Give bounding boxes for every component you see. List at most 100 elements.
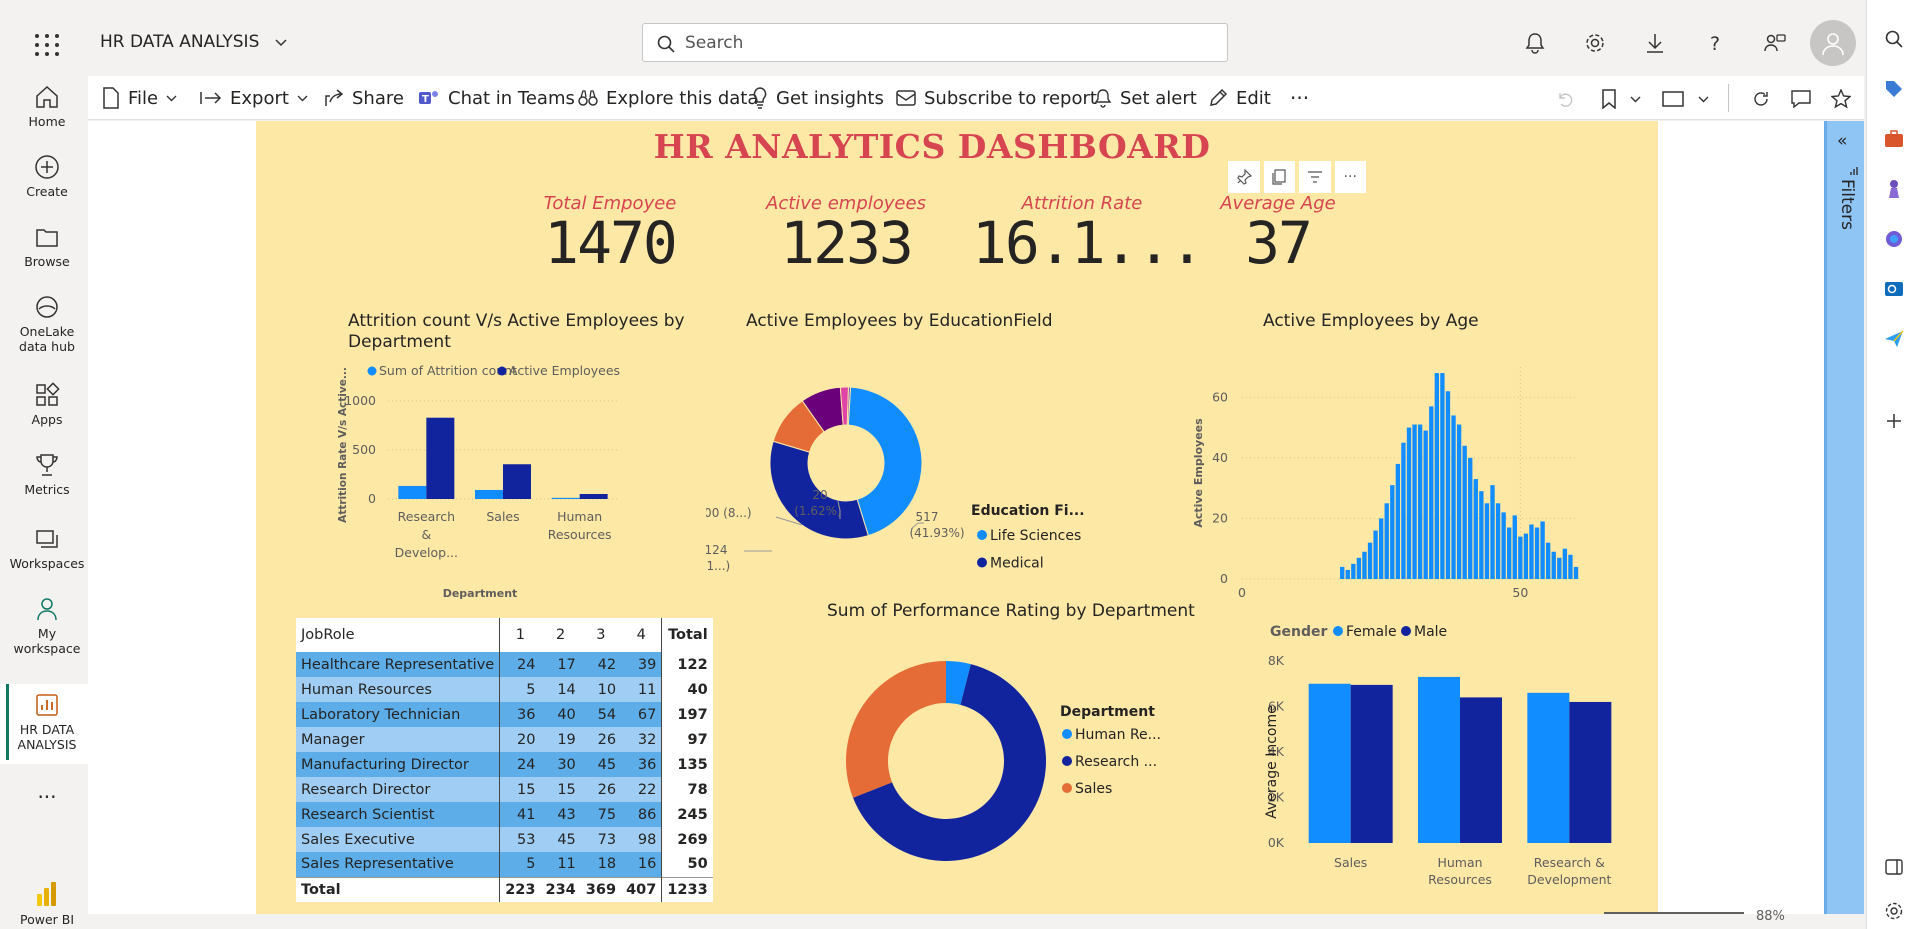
settings-gear-icon[interactable]	[1580, 28, 1610, 58]
table-row[interactable]: Healthcare Representative 24 17 42 39 122	[296, 652, 713, 677]
value-cell: 50	[661, 852, 713, 877]
nav-browse[interactable]: Browse	[0, 224, 94, 269]
table-row[interactable]: Laboratory Technician 36 40 54 67 197	[296, 702, 713, 727]
get-insights-button[interactable]: Get insights	[752, 76, 884, 120]
nav-workspaces[interactable]: Workspaces	[0, 526, 94, 571]
performance-chart[interactable]: Department Human Re... Research ... Sales	[816, 631, 1196, 891]
search-icon[interactable]	[1881, 26, 1907, 52]
send-icon[interactable]	[1881, 326, 1907, 352]
briefcase-icon[interactable]	[1881, 126, 1907, 152]
comment-icon[interactable]	[1788, 86, 1814, 112]
total-cell: 369	[580, 876, 622, 902]
bookmark-icon[interactable]	[1596, 86, 1622, 112]
explore-data-button[interactable]: Explore this data	[578, 76, 758, 120]
chevron-down-icon[interactable]	[1690, 86, 1716, 112]
refresh-icon[interactable]	[1748, 86, 1774, 112]
table-row[interactable]: Sales Executive 53 45 73 98 269	[296, 827, 713, 852]
share-button[interactable]: Share	[324, 76, 404, 120]
matrix-header[interactable]: 1	[500, 618, 541, 652]
favorite-star-icon[interactable]	[1828, 86, 1854, 112]
value-cell: 19	[540, 727, 581, 752]
nav-more[interactable]: ...	[0, 781, 94, 801]
chat-in-teams-button[interactable]: T Chat in Teams	[418, 76, 575, 120]
jobrole-cell: Research Scientist	[296, 802, 501, 827]
x-tick-label: Human	[557, 509, 602, 524]
chess-icon[interactable]	[1881, 176, 1907, 202]
right-rail	[1866, 0, 1920, 929]
nav-create[interactable]: Create	[0, 154, 94, 199]
nav-apps[interactable]: Apps	[0, 382, 94, 427]
nav-my-workspace[interactable]: My workspace	[0, 596, 94, 656]
zoom-level[interactable]: 88%	[1756, 909, 1785, 924]
matrix-header[interactable]: 3	[581, 618, 621, 652]
value-cell: 18	[580, 852, 622, 877]
age-chart[interactable]: 0204060050AgeActive Employees	[1174, 339, 1594, 599]
help-icon[interactable]: ?	[1700, 28, 1730, 58]
x-tick-label: Research	[398, 509, 455, 524]
subscribe-button[interactable]: Subscribe to report	[896, 76, 1097, 120]
search-box[interactable]	[642, 23, 1228, 62]
matrix-header[interactable]: Total	[661, 618, 713, 652]
copilot-icon[interactable]	[1881, 226, 1907, 252]
income-chart[interactable]: Gender Female Male0K2K4K6K8KSales HumanReso…	[1200, 611, 1640, 901]
value-cell: 39	[621, 652, 663, 677]
collapse-filters-icon[interactable]: «	[1837, 131, 1847, 151]
attrition-chart[interactable]: Sum of Attrition countActive Employees 0 5…	[318, 353, 668, 603]
legend-title: Gender	[1270, 624, 1327, 640]
settings-gear-icon[interactable]	[1881, 898, 1907, 924]
table-row[interactable]: Sales Representative 5 11 18 16 50	[296, 852, 713, 877]
histogram-bar	[1512, 515, 1517, 579]
view-icon[interactable]	[1660, 86, 1686, 112]
edit-button[interactable]: Edit	[1208, 76, 1271, 120]
export-arrow-icon	[200, 92, 222, 104]
table-total-row[interactable]: Total 223 234 369 407 1233	[296, 876, 713, 902]
chevron-down-icon[interactable]	[1622, 86, 1648, 112]
table-row[interactable]: Research Scientist 41 43 75 86 245	[296, 802, 713, 827]
legend-label: Human Re...	[1075, 727, 1161, 743]
nav-home[interactable]: Home	[0, 84, 94, 129]
avatar[interactable]	[1810, 20, 1856, 66]
nav-onelake[interactable]: OneLake data hub	[0, 294, 94, 354]
table-row[interactable]: Research Director 15 15 26 22 78	[296, 777, 713, 802]
svg-text:T: T	[422, 94, 429, 105]
education-chart[interactable]: 517(41.93%)401(32.52%)124(1...)100 (8...…	[706, 341, 1106, 581]
y-tick-label: 0	[368, 491, 376, 506]
matrix-header[interactable]: 2	[541, 618, 581, 652]
jobrole-matrix[interactable]: JobRole 1 2 3 4 Total Healthcare Represe…	[296, 618, 713, 902]
matrix-header[interactable]: 4	[621, 618, 663, 652]
more-options-button[interactable]: ···	[1290, 76, 1309, 120]
pencil-icon	[1210, 88, 1228, 106]
filter-icon[interactable]	[1299, 161, 1331, 193]
file-menu-button[interactable]: File	[102, 76, 177, 120]
filters-pane[interactable]: « Filters	[1824, 121, 1864, 914]
sidebar-toggle-icon[interactable]	[1881, 854, 1907, 880]
matrix-header[interactable]: JobRole	[296, 618, 501, 652]
matrix-header-row: JobRole 1 2 3 4 Total	[296, 618, 713, 652]
pin-icon[interactable]	[1228, 161, 1260, 193]
zoom-slider[interactable]	[1604, 912, 1744, 914]
table-row[interactable]: Human Resources 5 14 10 11 40	[296, 677, 713, 702]
tag-icon[interactable]	[1881, 76, 1907, 102]
export-menu-button[interactable]: Export	[200, 76, 308, 120]
undo-icon[interactable]	[1552, 86, 1578, 112]
nav-powerbi[interactable]: Power BI	[0, 880, 94, 927]
download-icon[interactable]	[1640, 28, 1670, 58]
histogram-bar	[1523, 533, 1529, 579]
add-icon[interactable]	[1881, 408, 1907, 434]
app-launcher-icon[interactable]	[32, 30, 62, 60]
nav-hr-data-analysis[interactable]: HR DATA ANALYSIS	[0, 684, 94, 764]
workspaces-icon	[36, 530, 58, 548]
app-title-dropdown[interactable]: HR DATA ANALYSIS	[100, 32, 287, 52]
set-alert-button[interactable]: Set alert	[1094, 76, 1197, 120]
notifications-icon[interactable]	[1520, 28, 1550, 58]
nav-metrics[interactable]: Metrics	[0, 452, 94, 497]
search-input[interactable]	[685, 30, 1205, 56]
value-cell: 42	[580, 652, 622, 677]
table-row[interactable]: Manager 20 19 26 32 97	[296, 727, 713, 752]
table-row[interactable]: Manufacturing Director 24 30 45 36 135	[296, 752, 713, 777]
feedback-people-icon[interactable]	[1760, 28, 1790, 58]
value-cell: 30	[540, 752, 581, 777]
more-options-icon[interactable]: ···	[1334, 161, 1366, 193]
outlook-icon[interactable]	[1881, 276, 1907, 302]
copy-icon[interactable]	[1263, 161, 1295, 193]
